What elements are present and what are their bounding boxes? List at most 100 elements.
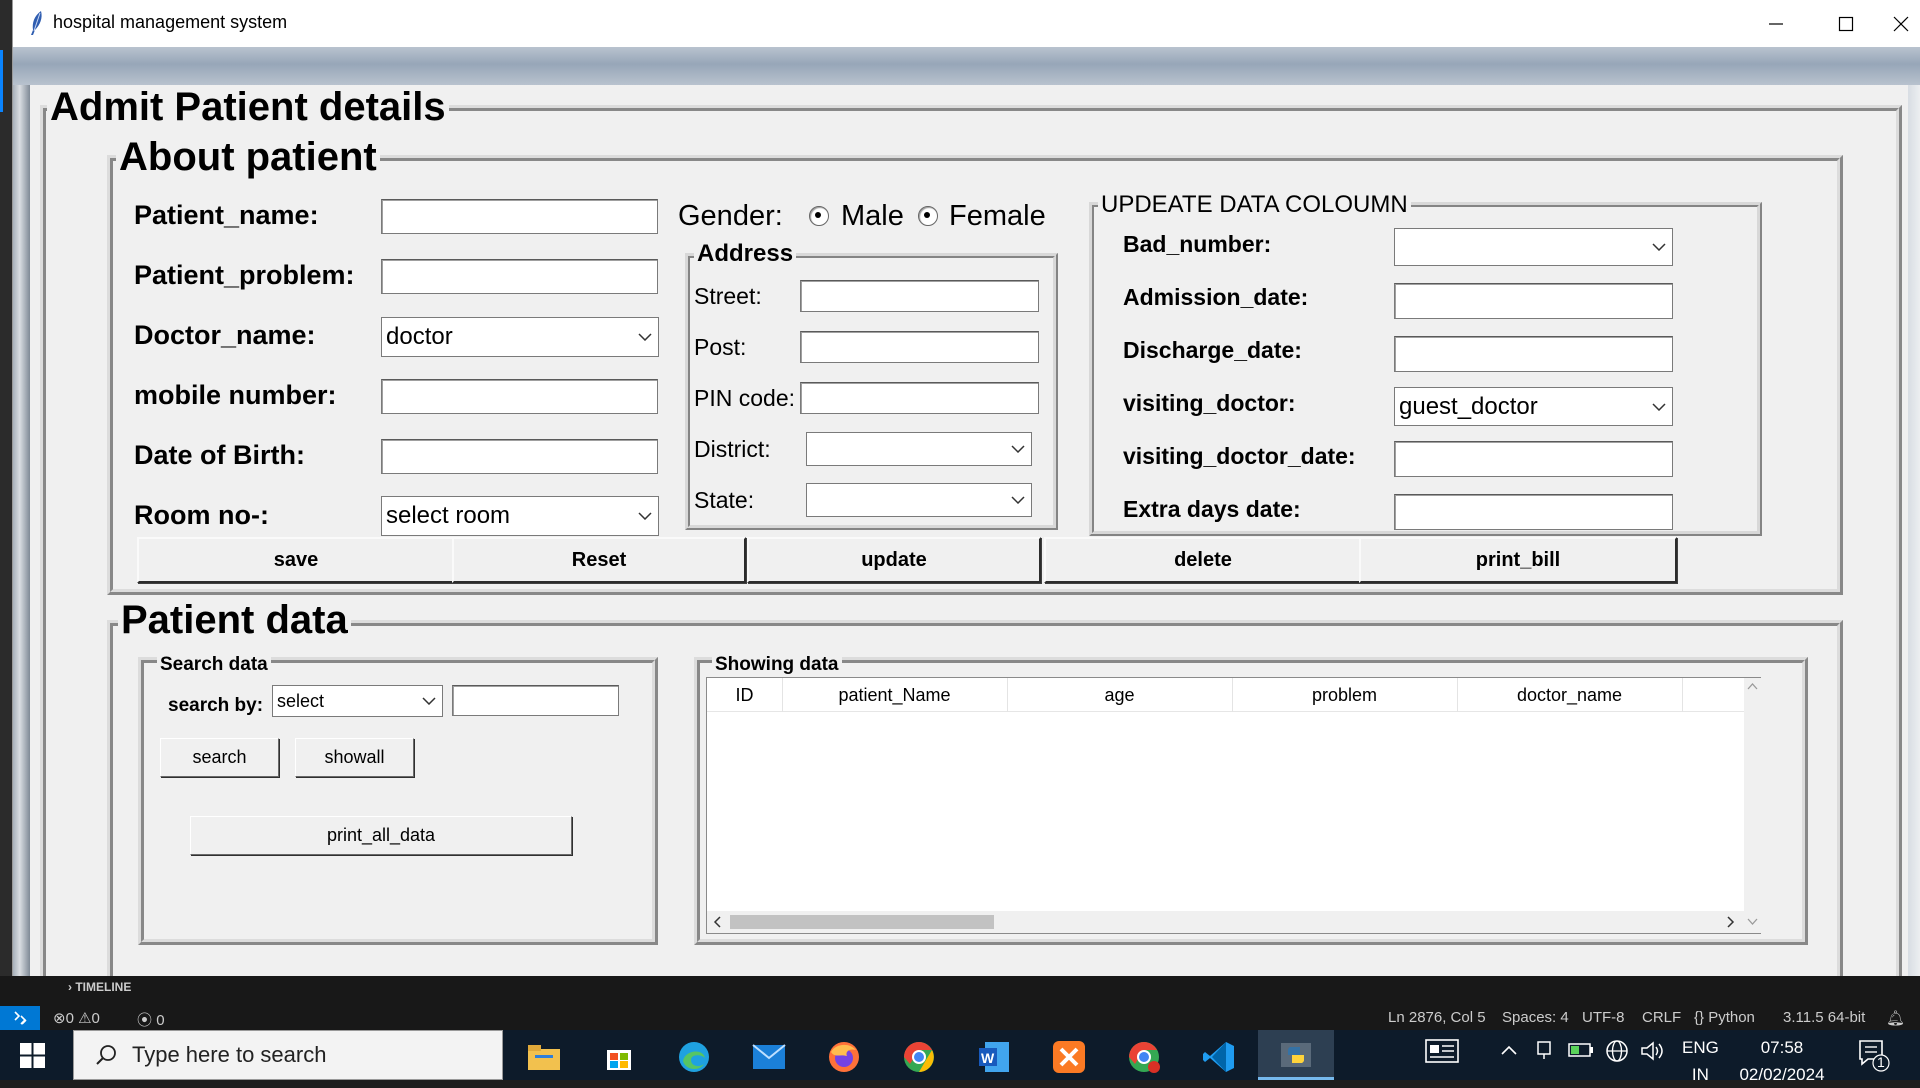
ports-indicator[interactable]: ⦿ 0	[137, 1009, 165, 1030]
file-explorer-icon[interactable]	[524, 1037, 564, 1077]
maximize-button[interactable]	[1811, 0, 1881, 47]
encoding[interactable]: UTF-8	[1582, 1009, 1625, 1026]
mobile-number-input[interactable]	[381, 379, 658, 414]
bad-number-select[interactable]	[1394, 228, 1673, 266]
patient-name-input[interactable]	[381, 199, 658, 234]
district-select[interactable]	[806, 432, 1032, 466]
app-window: hospital management system Admit Patient…	[12, 0, 1920, 976]
timeline-panel: › TIMELINE	[0, 976, 1920, 1006]
remote-indicator[interactable]	[0, 1006, 40, 1030]
dob-input[interactable]	[381, 439, 658, 474]
scroll-right-icon	[1727, 916, 1735, 928]
about-patient-title: About patient	[116, 135, 380, 180]
chevron-down-icon	[1646, 229, 1672, 265]
network-globe-icon[interactable]	[1605, 1039, 1629, 1068]
post-input[interactable]	[800, 331, 1039, 363]
column-header-patient-name[interactable]: patient_Name	[782, 678, 1008, 712]
street-input[interactable]	[800, 280, 1039, 312]
xampp-icon[interactable]	[1049, 1037, 1089, 1077]
close-button[interactable]	[1881, 0, 1920, 47]
start-button[interactable]	[20, 1043, 45, 1068]
timeline-text: TIMELINE	[75, 980, 132, 994]
visiting-doctor-label: visiting_doctor:	[1123, 390, 1296, 416]
doctor-name-label: Doctor_name:	[134, 320, 316, 350]
save-button[interactable]: save	[137, 537, 455, 583]
visiting-doctor-date-input[interactable]	[1394, 441, 1673, 477]
discharge-date-input[interactable]	[1394, 336, 1673, 372]
vscode-icon[interactable]	[1199, 1037, 1239, 1077]
column-header-problem[interactable]: problem	[1232, 678, 1458, 712]
search-placeholder: Type here to search	[132, 1042, 327, 1067]
bell-icon[interactable]: 🔔︎	[1886, 1009, 1905, 1027]
mail-icon[interactable]	[749, 1037, 789, 1077]
column-header-age[interactable]: age	[1007, 678, 1233, 712]
firefox-icon[interactable]	[824, 1037, 864, 1077]
edge-icon[interactable]	[674, 1037, 714, 1077]
vertical-scrollbar[interactable]	[1744, 678, 1761, 911]
broadcast-icon: ⦿	[137, 1012, 153, 1029]
error-count: 0	[65, 1010, 74, 1027]
search-button[interactable]: search	[160, 738, 279, 777]
female-radio[interactable]	[918, 206, 938, 226]
bad-number-label: Bad_number:	[1123, 231, 1272, 257]
doctor-name-select[interactable]: doctor	[381, 317, 659, 357]
language-text: Python	[1708, 1009, 1755, 1026]
print-all-data-button[interactable]: print_all_data	[190, 816, 572, 855]
discharge-date-label: Discharge_date:	[1123, 337, 1302, 363]
state-select[interactable]	[806, 483, 1032, 517]
column-header-id[interactable]: ID	[707, 678, 783, 712]
error-icon: ⊗	[53, 1010, 66, 1027]
search-data-title: Search data	[157, 654, 271, 676]
meet-icon[interactable]	[1535, 1039, 1555, 1066]
word-icon[interactable]: W	[974, 1037, 1014, 1077]
horizontal-scrollbar[interactable]	[707, 911, 1744, 933]
minimize-button[interactable]	[1741, 0, 1811, 47]
background-image	[13, 47, 1920, 85]
chevron-down-icon	[632, 318, 658, 356]
remote-icon	[14, 1011, 27, 1025]
battery-icon[interactable]	[1568, 1042, 1594, 1063]
extra-days-date-input[interactable]	[1394, 494, 1673, 530]
taskbar-search-box[interactable]: Type here to search	[73, 1030, 503, 1080]
taskbar: Type here to search	[0, 1030, 1920, 1080]
column-header-doctor-name[interactable]: doctor_name	[1457, 678, 1683, 712]
update-button[interactable]: update	[747, 537, 1041, 583]
delete-button[interactable]: delete	[1044, 537, 1362, 583]
show-hidden-icons-icon[interactable]	[1500, 1043, 1518, 1062]
reset-button[interactable]: Reset	[452, 537, 746, 583]
end-of-line[interactable]: CRLF	[1642, 1009, 1681, 1026]
print-bill-button[interactable]: print_bill	[1359, 537, 1677, 583]
search-by-value: select	[277, 690, 325, 711]
data-table[interactable]: ID patient_Name age problem doctor_name	[706, 677, 1761, 934]
news-widget-icon[interactable]	[1425, 1038, 1459, 1069]
python-interpreter[interactable]: 3.11.5 64-bit	[1783, 1009, 1865, 1026]
district-label: District:	[694, 436, 771, 462]
male-radio[interactable]	[809, 206, 829, 226]
patient-problem-input[interactable]	[381, 259, 658, 294]
search-by-select[interactable]: select	[272, 685, 443, 717]
cursor-position[interactable]: Ln 2876, Col 5	[1388, 1009, 1486, 1026]
chrome-icon[interactable]	[899, 1037, 939, 1077]
showall-button[interactable]: showall	[295, 738, 414, 777]
admission-date-label: Admission_date:	[1123, 284, 1309, 310]
chrome-profile-icon[interactable]	[1124, 1037, 1164, 1077]
python-app-task[interactable]	[1258, 1030, 1334, 1080]
horizontal-scroll-thumb[interactable]	[730, 915, 994, 929]
pin-code-input[interactable]	[800, 382, 1039, 414]
admit-title: Admit Patient details	[47, 85, 449, 130]
room-select[interactable]: select room	[381, 496, 659, 536]
search-input[interactable]	[452, 685, 619, 716]
problems-indicator[interactable]: ⊗0 ⚠0	[53, 1009, 100, 1027]
visiting-doctor-value: guest_doctor	[1399, 392, 1538, 420]
timeline-label[interactable]: › TIMELINE	[68, 980, 131, 994]
chevron-down-icon	[416, 686, 442, 716]
language-mode[interactable]: {} Python	[1694, 1009, 1755, 1026]
visiting-doctor-select[interactable]: guest_doctor	[1394, 387, 1673, 426]
maximize-icon	[1838, 16, 1854, 31]
clock-time: 07:58	[1760, 1038, 1804, 1057]
notification-center-icon[interactable]: 1	[1857, 1038, 1891, 1077]
admission-date-input[interactable]	[1394, 283, 1673, 319]
microsoft-store-icon[interactable]	[599, 1037, 639, 1077]
volume-icon[interactable]	[1640, 1040, 1666, 1067]
indentation[interactable]: Spaces: 4	[1502, 1009, 1569, 1026]
